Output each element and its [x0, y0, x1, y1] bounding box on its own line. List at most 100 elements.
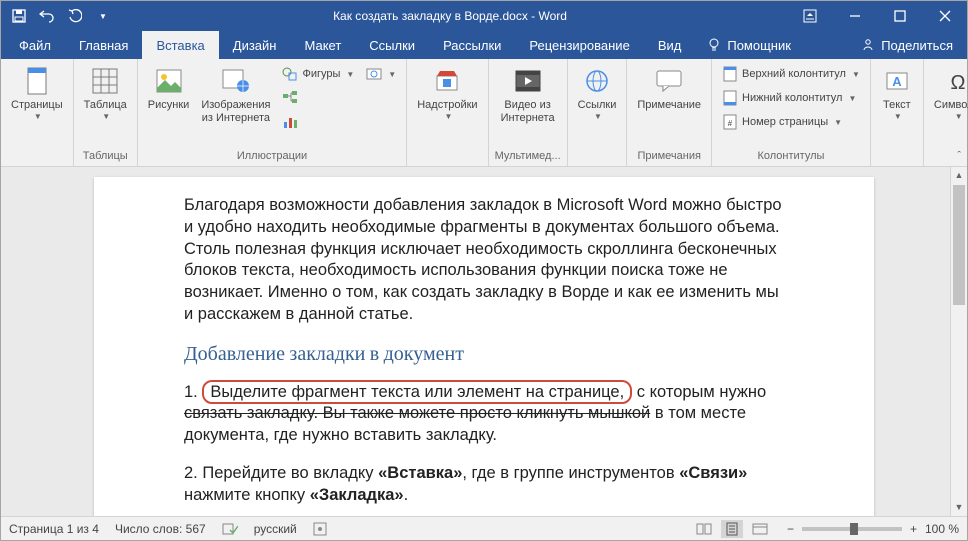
document-page[interactable]: Благодаря возможности добавления закладо… — [94, 177, 874, 516]
header-button[interactable]: Верхний колонтитул▼ — [718, 63, 864, 85]
tab-review[interactable]: Рецензирование — [515, 31, 643, 59]
screenshot-button[interactable]: ▼ — [362, 63, 400, 85]
footer-button[interactable]: Нижний колонтитул▼ — [718, 87, 864, 109]
zoom-slider[interactable] — [802, 527, 902, 531]
symbols-label: Символы — [934, 99, 968, 112]
step2-e: . — [404, 486, 409, 504]
share-button[interactable]: Поделиться — [847, 31, 967, 59]
tab-home[interactable]: Главная — [65, 31, 142, 59]
pictures-label: Рисунки — [148, 99, 190, 112]
quick-access-toolbar: ▼ — [1, 6, 113, 26]
text-button[interactable]: A Текст▼ — [877, 63, 917, 123]
read-mode-icon[interactable] — [693, 520, 715, 538]
zoom-knob[interactable] — [850, 523, 858, 535]
paragraph-intro: Благодаря возможности добавления закладо… — [184, 195, 784, 326]
group-media: Видео из Интернета Мультимед... — [489, 59, 568, 166]
tell-me-label: Помощник — [727, 38, 791, 53]
macros-icon[interactable] — [313, 522, 327, 536]
close-button[interactable] — [922, 1, 967, 31]
view-buttons — [693, 520, 771, 538]
comment-icon — [653, 65, 685, 97]
tab-references[interactable]: Ссылки — [355, 31, 429, 59]
print-layout-icon[interactable] — [721, 520, 743, 538]
status-words[interactable]: Число слов: 567 — [115, 522, 206, 536]
heading-add-bookmark: Добавление закладки в документ — [184, 342, 784, 366]
vertical-scrollbar[interactable]: ▲ ▼ — [950, 167, 967, 516]
tab-view[interactable]: Вид — [644, 31, 696, 59]
group-tables-label: Таблицы — [80, 148, 131, 164]
status-page[interactable]: Страница 1 из 4 — [9, 522, 99, 536]
web-layout-icon[interactable] — [749, 520, 771, 538]
chevron-down-icon: ▼ — [955, 112, 963, 121]
links-button[interactable]: Ссылки▼ — [574, 63, 621, 123]
share-label: Поделиться — [881, 38, 953, 53]
tab-file[interactable]: Файл — [5, 31, 65, 59]
group-illustrations: Рисунки Изображения из Интернета Фигуры▼ — [138, 59, 407, 166]
scroll-up-icon[interactable]: ▲ — [951, 167, 967, 184]
zoom-in-button[interactable]: + — [910, 522, 917, 536]
chevron-down-icon: ▼ — [834, 118, 842, 127]
chart-icon — [282, 114, 298, 130]
symbols-button[interactable]: Ω Символы▼ — [930, 63, 968, 123]
shapes-icon — [282, 66, 298, 82]
page-number-button[interactable]: # Номер страницы▼ — [718, 111, 864, 133]
group-comments: Примечание Примечания — [627, 59, 712, 166]
group-addins-label — [413, 160, 481, 164]
hf-stack: Верхний колонтитул▼ Нижний колонтитул▼ #… — [718, 63, 864, 133]
zoom-out-button[interactable]: − — [787, 522, 794, 536]
spellcheck-icon[interactable] — [222, 522, 238, 536]
tab-mailings[interactable]: Рассылки — [429, 31, 515, 59]
title-bar: ▼ Как создать закладку в Ворде.docx - Wo… — [1, 1, 967, 31]
collapse-ribbon-icon[interactable]: ˆ — [957, 150, 961, 162]
zoom-value[interactable]: 100 % — [925, 522, 959, 536]
online-picture-icon — [220, 65, 252, 97]
store-icon — [431, 65, 463, 97]
page-number-label: Номер страницы — [742, 116, 828, 128]
comment-label: Примечание — [637, 99, 701, 112]
scroll-down-icon[interactable]: ▼ — [951, 499, 967, 516]
online-video-button[interactable]: Видео из Интернета — [495, 63, 561, 126]
table-icon — [89, 65, 121, 97]
table-button[interactable]: Таблица▼ — [80, 63, 131, 123]
window-controls — [787, 1, 967, 31]
addins-label: Надстройки — [417, 99, 477, 112]
pages-button[interactable]: Страницы▼ — [7, 63, 67, 123]
save-icon[interactable] — [9, 6, 29, 26]
qat-customize-icon[interactable]: ▼ — [93, 6, 113, 26]
tell-me[interactable]: Помощник — [695, 31, 803, 59]
ribbon-tabs: Файл Главная Вставка Дизайн Макет Ссылки… — [1, 31, 967, 59]
online-pictures-label: Изображения из Интернета — [201, 99, 270, 124]
online-video-label: Видео из Интернета — [499, 99, 557, 124]
redo-icon[interactable] — [65, 6, 85, 26]
ribbon-options-icon[interactable] — [787, 1, 832, 31]
addins-button[interactable]: Надстройки▼ — [413, 63, 481, 123]
scroll-thumb[interactable] — [953, 185, 965, 305]
group-tables: Таблица▼ Таблицы — [74, 59, 138, 166]
status-language[interactable]: русский — [254, 522, 297, 536]
comment-button[interactable]: Примечание — [633, 63, 705, 114]
footer-label: Нижний колонтитул — [742, 92, 842, 104]
chevron-down-icon: ▼ — [894, 112, 902, 121]
pages-label: Страницы — [11, 99, 63, 112]
chevron-down-icon: ▼ — [444, 112, 452, 121]
links-label: Ссылки — [578, 99, 617, 112]
word-window: ▼ Как создать закладку в Ворде.docx - Wo… — [0, 0, 968, 541]
group-header-footer: Верхний колонтитул▼ Нижний колонтитул▼ #… — [712, 59, 871, 166]
shapes-button[interactable]: Фигуры▼ — [278, 63, 358, 85]
omega-icon: Ω — [942, 65, 968, 97]
step1-highlight: Выделите фрагмент текста или элемент на … — [202, 380, 632, 404]
minimize-button[interactable] — [832, 1, 877, 31]
group-text: A Текст▼ — [871, 59, 924, 166]
tab-design[interactable]: Дизайн — [219, 31, 291, 59]
chevron-down-icon: ▼ — [594, 112, 602, 121]
online-pictures-button[interactable]: Изображения из Интернета — [197, 63, 274, 126]
chart-button[interactable] — [278, 111, 358, 133]
textbox-icon: A — [881, 65, 913, 97]
undo-icon[interactable] — [37, 6, 57, 26]
smartart-button[interactable] — [278, 87, 358, 109]
pictures-button[interactable]: Рисунки — [144, 63, 194, 114]
maximize-button[interactable] — [877, 1, 922, 31]
tab-layout[interactable]: Макет — [290, 31, 355, 59]
document-area: Благодаря возможности добавления закладо… — [1, 167, 967, 516]
tab-insert[interactable]: Вставка — [142, 31, 218, 59]
